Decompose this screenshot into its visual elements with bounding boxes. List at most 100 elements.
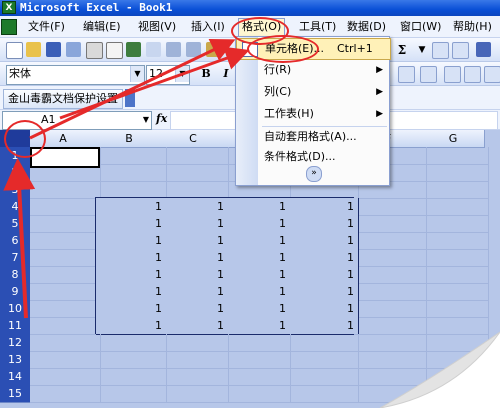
menu-item-row[interactable]: 行(R) ▶ xyxy=(236,60,389,80)
row-header[interactable]: 3 xyxy=(0,181,30,199)
grid-cell[interactable] xyxy=(96,385,167,403)
grid-cell[interactable] xyxy=(422,147,489,165)
save-icon[interactable] xyxy=(46,42,61,57)
menu-data[interactable]: 数据(D) xyxy=(344,19,389,35)
print-preview-icon[interactable] xyxy=(106,42,123,59)
grid-cell[interactable] xyxy=(354,283,427,301)
sort-descending-icon[interactable] xyxy=(452,42,469,59)
grid-cell[interactable] xyxy=(422,300,489,318)
grid-cell[interactable]: 1 xyxy=(96,266,167,284)
borders-icon[interactable] xyxy=(484,66,500,83)
grid-cell[interactable]: 1 xyxy=(162,317,229,335)
grid-cell[interactable] xyxy=(162,368,229,386)
italic-button[interactable]: I xyxy=(218,66,234,82)
increase-decimal-icon[interactable] xyxy=(398,66,415,83)
grid-cell[interactable] xyxy=(286,385,359,403)
spelling-icon[interactable] xyxy=(126,42,141,57)
chart-wizard-icon[interactable] xyxy=(476,42,491,57)
font-name-select[interactable]: 宋体 ▼ xyxy=(6,65,145,85)
print-icon[interactable] xyxy=(86,42,103,59)
grid-cell[interactable] xyxy=(354,317,427,335)
grid-cell[interactable] xyxy=(96,164,167,182)
grid-cell[interactable]: 1 xyxy=(224,215,291,233)
grid-cell[interactable] xyxy=(354,215,427,233)
grid-cell[interactable]: 1 xyxy=(224,249,291,267)
menu-tools[interactable]: 工具(T) xyxy=(296,19,339,35)
grid-cell[interactable]: 1 xyxy=(286,198,359,216)
grid-cell[interactable] xyxy=(422,334,489,352)
row-header[interactable]: 9 xyxy=(0,283,30,301)
grid-cell[interactable] xyxy=(422,198,489,216)
grid-cell[interactable] xyxy=(30,385,101,403)
copy-icon[interactable] xyxy=(186,42,201,57)
row-header[interactable]: 13 xyxy=(0,351,30,369)
column-header[interactable]: B xyxy=(96,130,163,148)
grid-cell[interactable] xyxy=(354,232,427,250)
grid-cell[interactable] xyxy=(286,334,359,352)
grid-cell[interactable] xyxy=(30,368,101,386)
grid-cell[interactable] xyxy=(422,215,489,233)
menu-item-autoformat[interactable]: 自动套用格式(A)... xyxy=(236,127,389,147)
grid-cell[interactable] xyxy=(354,351,427,369)
row-header[interactable]: 11 xyxy=(0,317,30,335)
grid-cell[interactable] xyxy=(354,334,427,352)
grid-cell[interactable] xyxy=(354,368,427,386)
grid-cell[interactable]: 1 xyxy=(96,198,167,216)
row-header[interactable]: 5 xyxy=(0,215,30,233)
grid-cell[interactable]: 1 xyxy=(224,232,291,250)
grid-cell[interactable] xyxy=(30,351,101,369)
column-header[interactable]: C xyxy=(162,130,225,148)
grid-cell[interactable] xyxy=(30,215,101,233)
grid-cell[interactable]: 1 xyxy=(162,249,229,267)
grid-cell[interactable]: 1 xyxy=(162,266,229,284)
grid-cell[interactable] xyxy=(30,300,101,318)
workbook-icon[interactable] xyxy=(1,19,17,35)
row-header[interactable]: 6 xyxy=(0,232,30,250)
grid-cell[interactable] xyxy=(162,385,229,403)
grid-cell[interactable] xyxy=(422,385,489,403)
grid-cell[interactable] xyxy=(96,147,167,165)
grid-cell[interactable] xyxy=(422,232,489,250)
grid-cell[interactable]: 1 xyxy=(96,215,167,233)
grid-cell[interactable] xyxy=(224,334,291,352)
grid-cell[interactable] xyxy=(422,368,489,386)
menu-item-sheet[interactable]: 工作表(H) ▶ xyxy=(236,104,389,124)
grid-cell[interactable]: 1 xyxy=(224,300,291,318)
grid-cell[interactable] xyxy=(422,164,489,182)
grid-cell[interactable] xyxy=(422,283,489,301)
grid-cell[interactable]: 1 xyxy=(96,300,167,318)
grid-cell[interactable] xyxy=(224,351,291,369)
new-document-icon[interactable] xyxy=(6,42,23,59)
grid-cell[interactable] xyxy=(286,368,359,386)
grid-cell[interactable]: 1 xyxy=(224,317,291,335)
row-header[interactable]: 12 xyxy=(0,334,30,352)
grid-cell[interactable] xyxy=(96,368,167,386)
autosum-dropdown-icon[interactable]: ▼ xyxy=(414,42,430,58)
research-icon[interactable] xyxy=(146,42,161,57)
menu-view[interactable]: 视图(V) xyxy=(135,19,179,35)
excel-app-icon[interactable]: X xyxy=(2,1,16,14)
menu-insert[interactable]: 插入(I) xyxy=(188,19,228,35)
grid-cell[interactable] xyxy=(30,317,101,335)
grid-cell[interactable]: 1 xyxy=(286,283,359,301)
grid-cell[interactable] xyxy=(162,351,229,369)
paste-icon[interactable] xyxy=(206,42,221,57)
grid-cell[interactable] xyxy=(30,181,101,199)
sigma-icon[interactable]: Σ xyxy=(394,42,410,58)
grid-cell[interactable]: 1 xyxy=(162,300,229,318)
name-box-dropdown-icon[interactable]: ▼ xyxy=(143,112,149,127)
grid-cell[interactable]: 1 xyxy=(286,249,359,267)
font-size-select[interactable]: 12 ▼ xyxy=(146,65,190,85)
expand-menu-icon[interactable]: » xyxy=(306,166,322,182)
grid-cell[interactable] xyxy=(30,266,101,284)
grid-cell[interactable] xyxy=(162,164,229,182)
column-header[interactable]: G xyxy=(422,130,485,148)
row-header[interactable]: 4 xyxy=(0,198,30,216)
grid-cell[interactable] xyxy=(162,334,229,352)
sort-ascending-icon[interactable] xyxy=(432,42,449,59)
row-header[interactable]: 10 xyxy=(0,300,30,318)
grid-cell[interactable] xyxy=(286,351,359,369)
font-size-dropdown-icon[interactable]: ▼ xyxy=(175,66,189,82)
grid-cell[interactable] xyxy=(162,147,229,165)
grid-cell[interactable]: 1 xyxy=(162,215,229,233)
